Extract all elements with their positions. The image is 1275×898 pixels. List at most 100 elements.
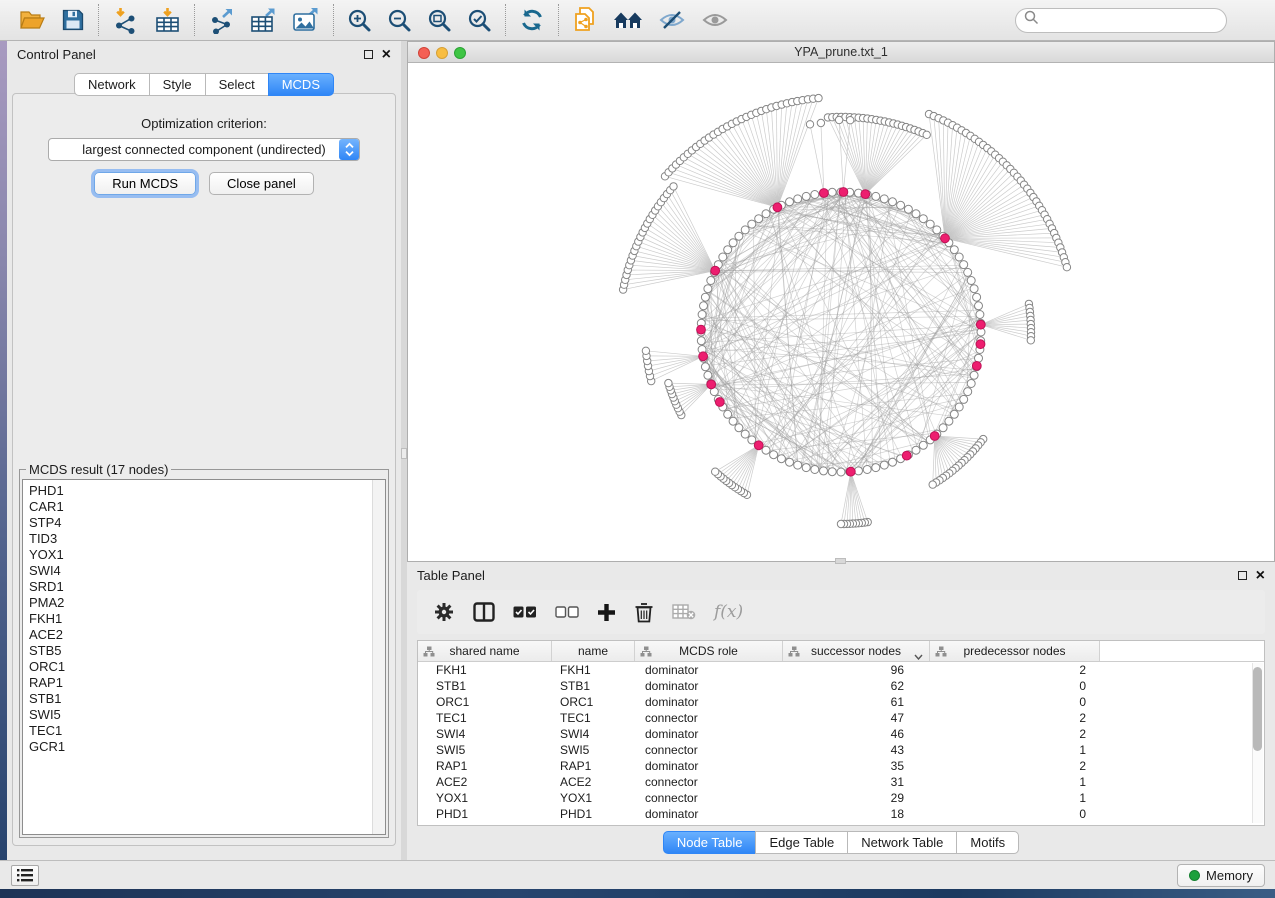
export-network-icon[interactable] <box>208 7 235 34</box>
float-panel-icon[interactable] <box>364 50 373 59</box>
zoom-out-icon[interactable] <box>387 8 412 33</box>
hide-selected-icon[interactable] <box>658 8 686 32</box>
close-table-panel-icon[interactable]: × <box>1256 571 1265 580</box>
open-session-icon[interactable] <box>19 8 46 32</box>
search-box[interactable] <box>1015 8 1227 33</box>
mcds-node-item[interactable]: STB5 <box>29 643 379 659</box>
dropdown-selected-value: largest connected component (undirected) <box>82 142 326 157</box>
mcds-node-item[interactable]: ORC1 <box>29 659 379 675</box>
network-canvas[interactable] <box>408 63 1274 561</box>
settings-icon[interactable] <box>433 601 455 623</box>
tab-select[interactable]: Select <box>205 73 269 96</box>
zoom-window-button[interactable] <box>454 47 466 59</box>
table-row[interactable]: FKH1FKH1dominator962 <box>418 662 1264 678</box>
column-label: predecessor nodes <box>963 644 1065 658</box>
cell: 46 <box>783 726 930 742</box>
mcds-node-item[interactable]: STP4 <box>29 515 379 531</box>
table-row[interactable]: SWI5SWI5connector431 <box>418 742 1264 758</box>
table-row[interactable]: TEC1TEC1connector472 <box>418 710 1264 726</box>
control-panel-title: Control Panel <box>17 47 96 62</box>
mcds-node-item[interactable]: SWI5 <box>29 707 379 723</box>
deselect-all-icon[interactable] <box>555 606 579 618</box>
table-row[interactable]: ACE2ACE2connector311 <box>418 774 1264 790</box>
table-scrollbar-thumb[interactable] <box>1253 667 1262 751</box>
column-header-name[interactable]: name <box>552 641 635 661</box>
task-history-button[interactable] <box>11 865 39 886</box>
column-header-shared-name[interactable]: shared name <box>418 641 552 661</box>
mcds-list-scrollbar[interactable] <box>372 480 385 834</box>
delete-icon[interactable] <box>634 601 654 623</box>
table-row[interactable]: SWI4SWI4dominator462 <box>418 726 1264 742</box>
mcds-node-item[interactable]: ACE2 <box>29 627 379 643</box>
table-tabs: Node TableEdge TableNetwork TableMotifs <box>407 831 1275 854</box>
mcds-node-item[interactable]: TID3 <box>29 531 379 547</box>
column-label: name <box>578 644 608 658</box>
tab-node-table[interactable]: Node Table <box>663 831 757 854</box>
zoom-selected-icon[interactable] <box>467 8 492 33</box>
mcds-node-item[interactable]: RAP1 <box>29 675 379 691</box>
select-all-icon[interactable] <box>513 606 537 618</box>
zoom-fit-icon[interactable] <box>427 8 452 33</box>
import-table-icon[interactable] <box>154 7 181 34</box>
table-row[interactable]: RAP1RAP1dominator352 <box>418 758 1264 774</box>
column-header-successor-nodes[interactable]: successor nodes <box>783 641 930 661</box>
table-row[interactable]: PHD1PHD1dominator180 <box>418 806 1264 822</box>
duplicate-network-icon[interactable] <box>572 6 598 34</box>
tab-mcds[interactable]: MCDS <box>268 73 334 96</box>
minimize-window-button[interactable] <box>436 47 448 59</box>
export-image-icon[interactable] <box>292 7 320 34</box>
mcds-node-item[interactable]: GCR1 <box>29 739 379 755</box>
mcds-node-item[interactable]: SRD1 <box>29 579 379 595</box>
column-header-predecessor-nodes[interactable]: predecessor nodes <box>930 641 1100 661</box>
mcds-node-item[interactable]: SWI4 <box>29 563 379 579</box>
cell: SWI4 <box>552 726 635 742</box>
tab-network-table[interactable]: Network Table <box>847 831 957 854</box>
run-mcds-button[interactable]: Run MCDS <box>94 172 196 195</box>
save-session-icon[interactable] <box>61 8 85 32</box>
tab-style[interactable]: Style <box>149 73 206 96</box>
column-header-MCDS-role[interactable]: MCDS role <box>635 641 783 661</box>
mcds-node-item[interactable]: FKH1 <box>29 611 379 627</box>
mcds-node-item[interactable]: CAR1 <box>29 499 379 515</box>
cell: SWI5 <box>418 742 552 758</box>
table-row[interactable]: ORC1ORC1dominator610 <box>418 694 1264 710</box>
tab-network[interactable]: Network <box>74 73 150 96</box>
export-table-icon[interactable] <box>250 7 277 34</box>
table-row[interactable]: YOX1YOX1connector291 <box>418 790 1264 806</box>
delete-table-icon[interactable] <box>672 604 696 620</box>
mcds-node-item[interactable]: TEC1 <box>29 723 379 739</box>
network-window-titlebar[interactable]: YPA_prune.txt_1 <box>408 42 1274 63</box>
add-icon[interactable] <box>597 603 616 622</box>
horizontal-splitter-handle[interactable] <box>835 558 846 564</box>
float-table-panel-icon[interactable] <box>1238 571 1247 580</box>
column-icon[interactable] <box>473 602 495 622</box>
search-input[interactable] <box>1044 13 1220 28</box>
memory-button[interactable]: Memory <box>1177 864 1265 887</box>
tab-edge-table[interactable]: Edge Table <box>755 831 848 854</box>
cell: 2 <box>930 710 1100 726</box>
zoom-in-icon[interactable] <box>347 8 372 33</box>
tab-motifs[interactable]: Motifs <box>956 831 1019 854</box>
function-icon[interactable]: f(x) <box>714 602 743 622</box>
cell: TEC1 <box>418 710 552 726</box>
mcds-node-item[interactable]: YOX1 <box>29 547 379 563</box>
cell: dominator <box>635 662 783 678</box>
table-row[interactable]: STB1STB1dominator620 <box>418 678 1264 694</box>
mcds-node-item[interactable]: PHD1 <box>29 483 379 499</box>
close-window-button[interactable] <box>418 47 430 59</box>
close-panel-icon[interactable]: × <box>382 50 391 59</box>
import-network-icon[interactable] <box>112 7 139 34</box>
mcds-node-item[interactable]: PMA2 <box>29 595 379 611</box>
optimization-criterion-dropdown[interactable]: largest connected component (undirected) <box>48 138 360 161</box>
cell: ACE2 <box>418 774 552 790</box>
mcds-result-list[interactable]: PHD1CAR1STP4TID3YOX1SWI4SRD1PMA2FKH1ACE2… <box>22 479 386 835</box>
first-neighbors-icon[interactable] <box>613 8 643 32</box>
cell: 96 <box>783 662 930 678</box>
mcds-node-item[interactable]: STB1 <box>29 691 379 707</box>
table-scrollbar-track[interactable] <box>1252 663 1263 823</box>
close-panel-button[interactable]: Close panel <box>209 172 314 195</box>
network-graph[interactable] <box>408 63 1274 561</box>
refresh-icon[interactable] <box>519 7 545 33</box>
cell: dominator <box>635 758 783 774</box>
show-all-icon[interactable] <box>701 9 729 31</box>
